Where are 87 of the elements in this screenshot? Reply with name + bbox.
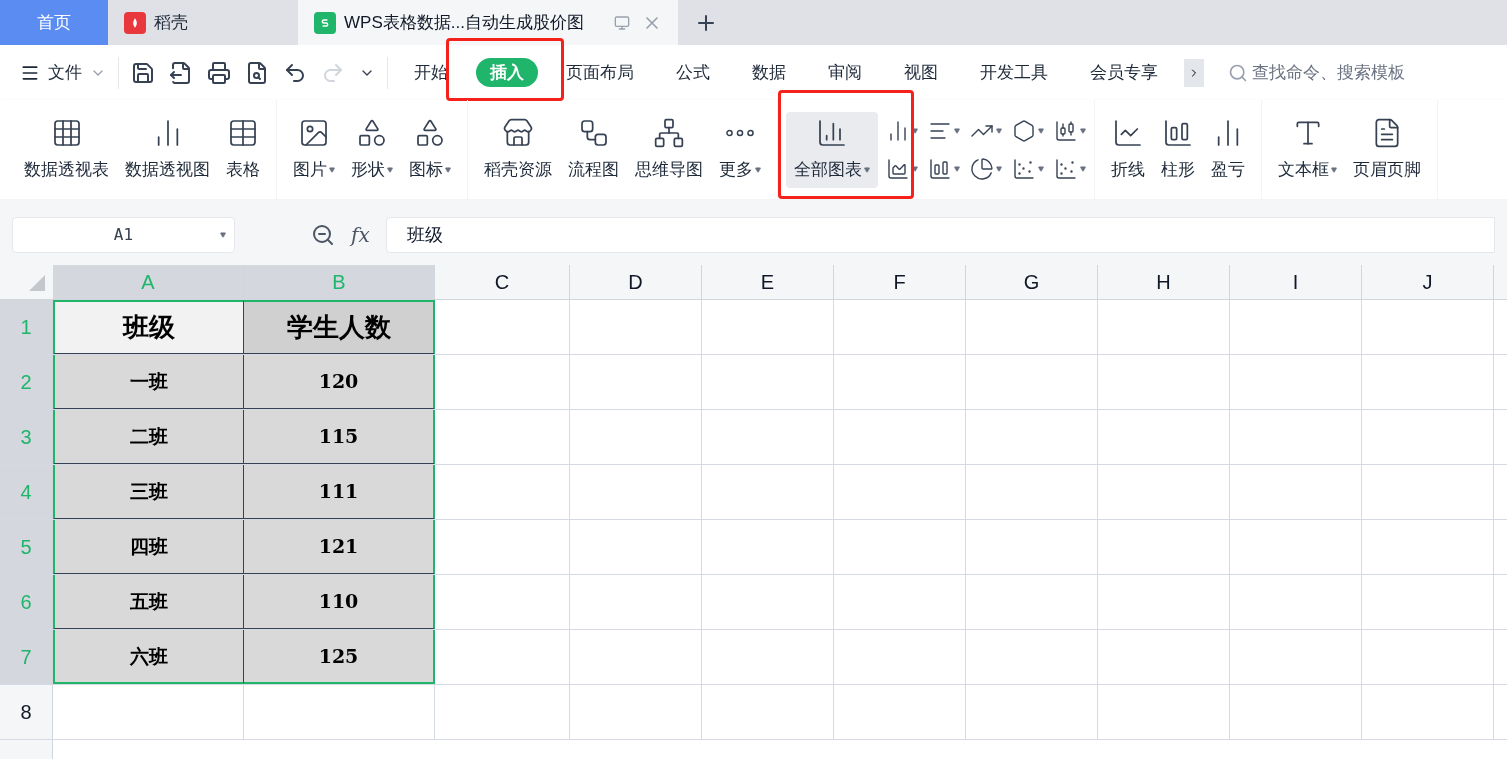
ribbon-tab[interactable]: 会员专享	[1076, 57, 1172, 88]
caret-icon	[996, 127, 1002, 134]
scatter-chart-icon	[1012, 156, 1036, 181]
column-header[interactable]: G	[966, 265, 1098, 299]
radar-chart-icon	[1012, 118, 1036, 143]
pie-chart-icon	[970, 156, 994, 181]
caret-icon	[912, 127, 918, 134]
column-header[interactable]: E	[702, 265, 834, 299]
candlestick-icon	[1054, 118, 1078, 143]
table-cell: 125	[244, 630, 435, 684]
export-icon[interactable]	[169, 60, 193, 85]
ribbon-button[interactable]: 图片	[285, 111, 343, 188]
ribbon-tab[interactable]: 视图	[890, 57, 952, 88]
chart-type-button[interactable]	[1054, 156, 1086, 181]
column-header[interactable]: H	[1098, 265, 1230, 299]
table-cell: 120	[244, 355, 435, 409]
ribbon-button[interactable]: 盈亏	[1203, 111, 1253, 188]
ribbon-tab[interactable]: 公式	[662, 57, 724, 88]
formula-field[interactable]: 班级	[385, 217, 1495, 253]
ribbon-button[interactable]: 更多	[711, 111, 769, 188]
ribbon-tab[interactable]: 审阅	[814, 57, 876, 88]
more-icon	[726, 128, 754, 137]
ribbon-button[interactable]: 流程图	[560, 111, 627, 188]
area-chart-icon	[886, 156, 910, 181]
search-icon	[1228, 62, 1248, 83]
table-cell: 110	[244, 575, 435, 629]
name-box[interactable]: A1	[12, 217, 235, 253]
ribbon-tab[interactable]: 页面布局	[552, 57, 648, 88]
ribbon-button[interactable]: 思维导图	[627, 111, 711, 188]
table-cell: 班级	[53, 300, 244, 354]
chart-type-button[interactable]	[886, 156, 918, 181]
ribbon-button[interactable]: 全部图表	[786, 111, 878, 188]
file-menu[interactable]: 文件	[20, 59, 106, 86]
caret-icon	[1038, 165, 1044, 172]
table-cell: 学生人数	[244, 300, 435, 354]
column-header[interactable]: D	[570, 265, 702, 299]
chart-type-button[interactable]	[1012, 156, 1044, 181]
table-cell: 三班	[53, 465, 244, 519]
ribbon-button[interactable]: 柱形	[1153, 111, 1203, 188]
ribbon-button[interactable]: 文本框	[1270, 111, 1345, 188]
table-cell: 121	[244, 520, 435, 574]
caret-icon	[954, 127, 960, 134]
column-header[interactable]: I	[1230, 265, 1362, 299]
column-header[interactable]: C	[435, 265, 570, 299]
ribbon-button[interactable]: 形状	[343, 111, 401, 188]
caret-icon	[912, 165, 918, 172]
table-cell: 五班	[53, 575, 244, 629]
caret-icon	[220, 232, 226, 238]
caret-icon	[954, 165, 960, 172]
flame-logo-icon	[124, 11, 146, 34]
chart-type-button[interactable]	[970, 156, 1002, 181]
store-icon	[502, 116, 534, 149]
search-field[interactable]: 查找命令、搜索模板	[1228, 59, 1405, 86]
ribbon-tab[interactable]: 开发工具	[966, 57, 1062, 88]
caret-icon	[1080, 165, 1086, 172]
scroll-right-button[interactable]	[1184, 58, 1204, 87]
ribbon-tab[interactable]: 数据	[738, 57, 800, 88]
table-cell: 四班	[53, 520, 244, 574]
ribbon-button[interactable]: 数据透视图	[117, 111, 218, 188]
table-cell: 二班	[53, 410, 244, 464]
ribbon-button[interactable]: 数据透视表	[16, 111, 117, 188]
chart-type-button[interactable]	[1054, 118, 1086, 143]
caret-icon	[1080, 127, 1086, 134]
printer-icon[interactable]	[207, 60, 231, 85]
chart-type-button[interactable]	[1012, 118, 1044, 143]
column-header[interactable]: J	[1362, 265, 1494, 299]
chart-type-button[interactable]	[928, 156, 960, 181]
table-cell: 115	[244, 410, 435, 464]
function-button[interactable]: fx	[351, 220, 370, 250]
print-preview-icon[interactable]	[245, 60, 269, 85]
zoom-icon[interactable]	[311, 223, 335, 247]
spreadsheet-logo-icon	[314, 11, 336, 34]
mind-map-icon	[653, 116, 685, 149]
row-header[interactable]: 8	[0, 685, 53, 739]
ribbon-tab[interactable]: 开始	[400, 57, 462, 88]
column-header[interactable]: F	[834, 265, 966, 299]
table-cell: 111	[244, 465, 435, 519]
ribbon-button[interactable]: 表格	[218, 111, 268, 188]
ribbon-button[interactable]: 稻壳资源	[476, 111, 560, 188]
caret-icon	[1038, 127, 1044, 134]
table-cell: 六班	[53, 630, 244, 684]
ribbon-button[interactable]: 图标	[401, 111, 459, 188]
ribbon-button[interactable]: 折线	[1103, 111, 1153, 188]
ribbon-button[interactable]: 页眉页脚	[1345, 111, 1429, 188]
table-cell: 一班	[53, 355, 244, 409]
caret-icon	[996, 165, 1002, 172]
save-icon[interactable]	[131, 60, 155, 85]
